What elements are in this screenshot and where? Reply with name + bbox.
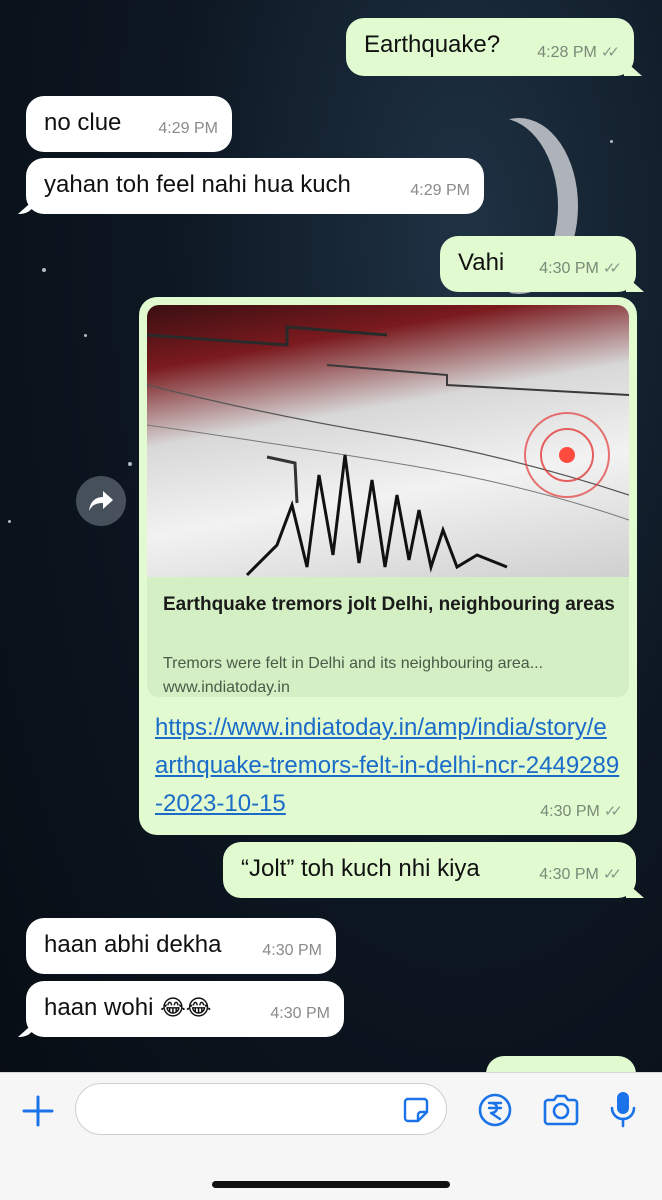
star (42, 268, 46, 272)
message-time: 4:30 PM (262, 942, 322, 959)
composer-bar (0, 1072, 662, 1200)
message-text: haan abhi dekha (44, 931, 222, 958)
sticker-icon (403, 1097, 429, 1123)
message-bubble-outgoing[interactable]: Earthquake? 4:28 PM ✓✓ (346, 18, 634, 76)
home-indicator (212, 1181, 450, 1188)
message-meta: 4:30 PM (270, 999, 330, 1029)
link-preview-title: Earthquake tremors jolt Delhi, neighbour… (163, 594, 615, 615)
message-bubble-incoming[interactable]: yahan toh feel nahi hua kuch 4:29 PM (26, 158, 484, 214)
star (84, 334, 87, 337)
message-text: Vahi (458, 249, 505, 276)
forward-button[interactable] (76, 476, 126, 526)
message-bubble-incoming[interactable]: no clue 4:29 PM (26, 96, 232, 152)
message-text: Earthquake? (364, 31, 501, 58)
message-time: 4:30 PM (540, 803, 600, 820)
message-text: no clue (44, 109, 122, 136)
message-time: 4:30 PM (270, 1005, 330, 1022)
message-time: 4:28 PM (537, 44, 597, 61)
double-check-icon: ✓✓ (603, 803, 623, 820)
message-meta: 4:30 PM (262, 936, 322, 966)
message-time: 4:30 PM (539, 866, 599, 883)
message-meta: 4:28 PM ✓✓ (537, 38, 620, 68)
rupee-icon (478, 1093, 512, 1127)
camera-icon (543, 1094, 579, 1126)
message-text: yahan toh feel nahi hua kuch (44, 171, 351, 198)
laughing-emoji: 😂😂 (160, 996, 212, 1021)
camera-button[interactable] (540, 1091, 582, 1129)
message-meta: 4:30 PM ✓✓ (539, 254, 622, 284)
voice-message-button[interactable] (606, 1089, 640, 1131)
double-check-icon: ✓✓ (602, 260, 622, 277)
message-time: 4:30 PM (539, 260, 599, 277)
message-time: 4:29 PM (410, 182, 470, 199)
plus-icon (22, 1095, 54, 1127)
double-check-icon: ✓✓ (600, 44, 620, 61)
microphone-icon (610, 1092, 636, 1128)
link-preview-card[interactable]: Earthquake tremors jolt Delhi, neighbour… (147, 305, 629, 697)
message-meta: 4:29 PM (158, 114, 218, 144)
message-bubble-incoming[interactable]: haan abhi dekha 4:30 PM (26, 918, 336, 974)
payment-button[interactable] (476, 1091, 514, 1129)
message-meta: 4:30 PM ✓✓ (540, 797, 623, 827)
message-time: 4:29 PM (158, 120, 218, 137)
attach-button[interactable] (18, 1091, 58, 1131)
message-bubble-link[interactable]: Earthquake tremors jolt Delhi, neighbour… (139, 297, 637, 835)
star (8, 520, 11, 523)
message-bubble-outgoing[interactable]: Vahi 4:30 PM ✓✓ (440, 236, 636, 292)
message-bubble-incoming[interactable]: haan wohi 😂😂 4:30 PM (26, 981, 344, 1037)
message-bubble-outgoing[interactable]: “Jolt” toh kuch nhi kiya 4:30 PM ✓✓ (223, 842, 636, 898)
double-check-icon: ✓✓ (602, 866, 622, 883)
message-text-content: haan wohi (44, 994, 154, 1021)
sticker-button[interactable] (402, 1096, 430, 1124)
link-preview-image (147, 305, 629, 577)
message-text: haan wohi 😂😂 (44, 993, 212, 1024)
message-meta: 4:30 PM ✓✓ (539, 860, 622, 890)
link-preview-domain: www.indiatoday.in (163, 679, 290, 696)
message-input[interactable] (75, 1083, 447, 1135)
message-meta: 4:29 PM (410, 176, 470, 206)
message-text: “Jolt” toh kuch nhi kiya (241, 855, 480, 882)
forward-icon (89, 491, 113, 511)
star (610, 140, 613, 143)
star (128, 462, 132, 466)
